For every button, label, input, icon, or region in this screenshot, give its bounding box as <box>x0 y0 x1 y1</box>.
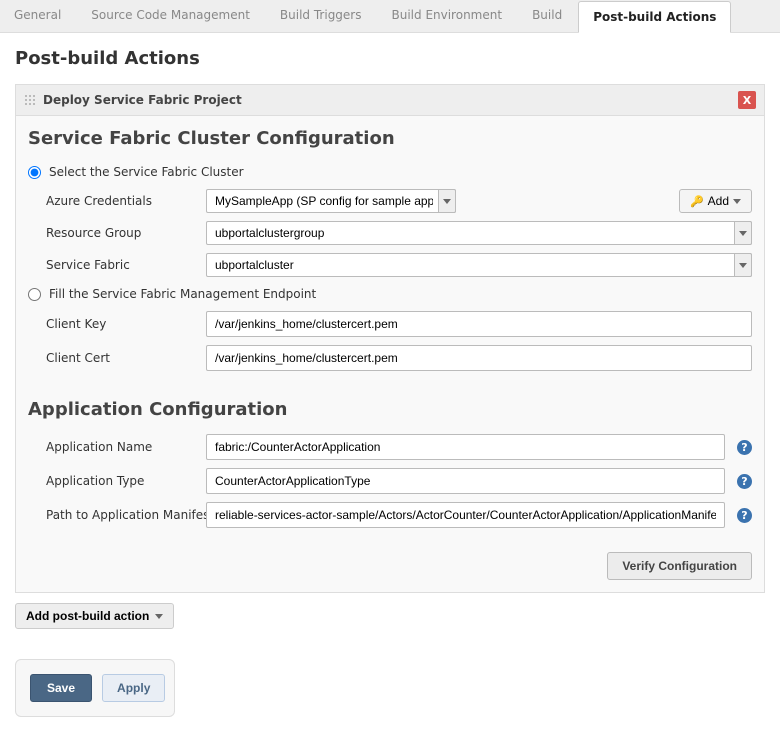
section-heading-app: Application Configuration <box>16 387 764 430</box>
tab-scm[interactable]: Source Code Management <box>77 0 264 32</box>
tab-post-build[interactable]: Post-build Actions <box>578 1 731 33</box>
service-fabric-label: Service Fabric <box>46 258 206 272</box>
footer-bar: Save Apply <box>15 659 175 717</box>
verify-configuration-button[interactable]: Verify Configuration <box>607 552 752 580</box>
radio-fill-endpoint[interactable] <box>28 288 41 301</box>
page-title: Post-build Actions <box>15 48 765 69</box>
step-title: Deploy Service Fabric Project <box>43 93 242 107</box>
save-button[interactable]: Save <box>30 674 92 702</box>
application-name-label: Application Name <box>46 440 206 454</box>
help-icon[interactable]: ? <box>737 440 752 455</box>
client-cert-label: Client Cert <box>46 351 206 365</box>
add-post-build-action-button[interactable]: Add post-build action <box>15 603 174 629</box>
service-fabric-select[interactable]: ubportalcluster <box>206 253 752 277</box>
application-type-input[interactable] <box>206 468 725 494</box>
client-key-input[interactable] <box>206 311 752 337</box>
add-credentials-button[interactable]: 🔑 Add <box>679 189 752 213</box>
tab-build-env[interactable]: Build Environment <box>378 0 517 32</box>
key-icon: 🔑 <box>690 195 704 208</box>
tab-build[interactable]: Build <box>518 0 576 32</box>
tab-build-triggers[interactable]: Build Triggers <box>266 0 376 32</box>
chevron-down-icon <box>155 614 163 619</box>
chevron-down-icon <box>733 199 741 204</box>
manifest-path-label: Path to Application Manifest <box>46 508 206 522</box>
radio-select-cluster-label: Select the Service Fabric Cluster <box>49 165 244 179</box>
application-name-input[interactable] <box>206 434 725 460</box>
help-icon[interactable]: ? <box>737 474 752 489</box>
apply-button[interactable]: Apply <box>102 674 165 702</box>
tab-general[interactable]: General <box>0 0 75 32</box>
client-cert-input[interactable] <box>206 345 752 371</box>
tabs-bar: General Source Code Management Build Tri… <box>0 0 780 33</box>
client-key-label: Client Key <box>46 317 206 331</box>
delete-step-button[interactable]: X <box>738 91 756 109</box>
resource-group-label: Resource Group <box>46 226 206 240</box>
drag-grip-icon[interactable] <box>24 94 36 106</box>
azure-credentials-label: Azure Credentials <box>46 194 206 208</box>
radio-fill-endpoint-label: Fill the Service Fabric Management Endpo… <box>49 287 316 301</box>
manifest-path-input[interactable] <box>206 502 725 528</box>
application-type-label: Application Type <box>46 474 206 488</box>
add-button-label: Add <box>708 194 729 208</box>
add-action-label: Add post-build action <box>26 609 149 623</box>
section-heading-cluster: Service Fabric Cluster Configuration <box>16 116 764 159</box>
step-block-deploy-service-fabric: Deploy Service Fabric Project X Service … <box>15 84 765 593</box>
help-icon[interactable]: ? <box>737 508 752 523</box>
resource-group-select[interactable]: ubportalclustergroup <box>206 221 752 245</box>
radio-select-cluster[interactable] <box>28 166 41 179</box>
azure-credentials-select[interactable]: MySampleApp (SP config for sample app) <box>206 189 673 213</box>
